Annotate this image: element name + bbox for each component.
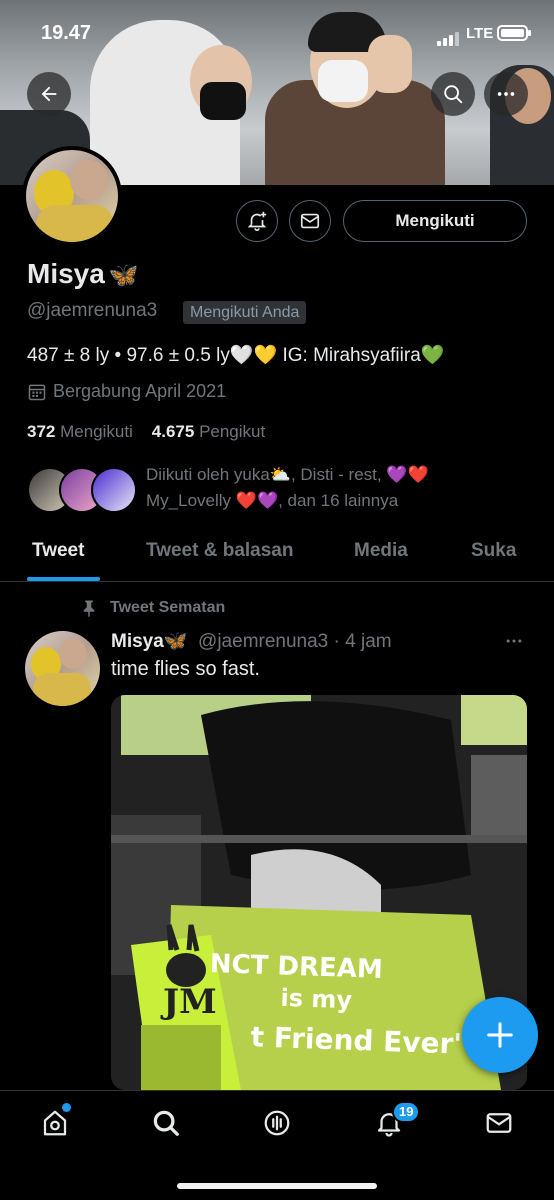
spaces-icon: [264, 1110, 290, 1136]
tweet-time: · 4 jam: [333, 631, 392, 652]
tweet-author-name[interactable]: Misya: [111, 631, 164, 652]
white-heart-emoji: 🤍: [229, 345, 254, 366]
notification-count-badge: 19: [392, 1101, 421, 1123]
calendar-icon: [28, 384, 46, 400]
more-button[interactable]: [484, 72, 528, 116]
home-icon: [43, 1110, 67, 1136]
compose-tweet-button[interactable]: [462, 997, 538, 1073]
search-button[interactable]: [431, 72, 475, 116]
tab-tweet[interactable]: Tweet: [32, 540, 84, 562]
plus-icon: [487, 1022, 513, 1048]
nav-spaces[interactable]: [261, 1107, 293, 1139]
follower-avatar: [91, 467, 137, 513]
yellow-heart-emoji: 💛: [253, 345, 278, 366]
active-tab-indicator: [27, 577, 100, 581]
home-indicator[interactable]: [177, 1183, 377, 1189]
tab-tweets-replies[interactable]: Tweet & balasan: [146, 540, 293, 562]
followed-by-name: My_Lovelly: [146, 491, 236, 510]
profile-bio: 487 ± 8 ly • 97.6 ± 0.5 ly🤍💛 IG: Mirahsy…: [27, 343, 444, 367]
tab-likes[interactable]: Suka: [471, 540, 516, 562]
followed-by-text[interactable]: Diikuti oleh yuka⛅, Disti - rest, 💜❤️ My…: [146, 462, 536, 514]
followers-count: 4.675: [151, 422, 195, 441]
followers-label: Pengikut: [199, 422, 266, 441]
message-button[interactable]: [289, 200, 331, 242]
status-time: 19.47: [41, 22, 92, 44]
following-button[interactable]: Mengikuti: [343, 200, 527, 242]
arrow-left-icon: [41, 86, 57, 102]
pin-icon: [83, 600, 95, 617]
red-heart-emoji: ❤️: [407, 465, 429, 484]
joined-text: Bergabung April 2021: [53, 381, 227, 401]
follows-you-badge: Mengikuti Anda: [183, 301, 307, 324]
svg-text:JM: JM: [160, 982, 217, 1022]
bio-ig: IG: Mirahsyafiira: [277, 345, 421, 366]
nav-messages[interactable]: [483, 1107, 515, 1139]
network-label: LTE: [466, 25, 494, 42]
pinned-label-text: Tweet Sematan: [110, 599, 226, 616]
following-label: Mengikuti: [60, 422, 133, 441]
following-count: 372: [27, 422, 56, 441]
signal-icon: [437, 28, 461, 46]
purple-heart-emoji: 💜: [386, 465, 408, 484]
butterfly-emoji: 🦋: [108, 262, 139, 289]
followed-by-avatars[interactable]: [27, 467, 137, 515]
envelope-icon: [486, 1113, 512, 1133]
profile-name: Misya 🦋: [27, 258, 139, 290]
image-text-line1: NCT DREAM: [209, 949, 383, 985]
bio-text: 487 ± 8 ly • 97.6 ± 0.5 ly: [27, 345, 230, 366]
green-heart-emoji: 💚: [420, 345, 445, 366]
tweet-header: Misya🦋 @jaemrenuna3 · 4 jam: [111, 629, 392, 653]
bell-plus-icon: [247, 211, 267, 231]
tweet-more-button[interactable]: [504, 631, 524, 656]
status-bar: 19.47 LTE: [0, 0, 554, 64]
profile-avatar[interactable]: [22, 146, 122, 246]
butterfly-emoji: 🦋: [163, 631, 188, 652]
followed-by-suffix: , dan 16 lainnya: [278, 491, 399, 510]
back-button[interactable]: [27, 72, 71, 116]
tab-media[interactable]: Media: [354, 540, 408, 562]
notification-subscribe-button[interactable]: [236, 200, 278, 242]
profile-handle: @jaemrenuna3: [27, 300, 158, 321]
search-icon: [444, 85, 463, 104]
more-horizontal-icon: [497, 92, 515, 96]
following-link[interactable]: 372 Mengikuti: [27, 422, 133, 441]
more-horizontal-icon: [506, 639, 522, 643]
home-new-dot: [62, 1103, 71, 1112]
joined-date: Bergabung April 2021: [27, 381, 226, 402]
tweet-text: time flies so fast.: [111, 658, 260, 680]
profile-name-text: Misya: [27, 258, 105, 289]
battery-icon: [497, 25, 531, 41]
followed-by-mid: , Disti - rest,: [290, 465, 387, 484]
tweet-author-handle[interactable]: @jaemrenuna3: [198, 631, 328, 652]
follow-counts: 372 Mengikuti 4.675 Pengikut: [27, 422, 265, 442]
envelope-icon: [300, 213, 320, 229]
followed-by-prefix: Diikuti oleh yuka: [146, 465, 270, 484]
image-text-line2: is my: [280, 984, 353, 1014]
tweet-author-avatar[interactable]: [25, 631, 100, 706]
profile-tabs: Tweet Tweet & balasan Media Suka: [0, 530, 554, 582]
search-icon: [153, 1110, 179, 1136]
red-heart-emoji: ❤️: [235, 491, 257, 510]
sun-cloud-emoji: ⛅: [269, 465, 291, 484]
pinned-label: Tweet Sematan: [80, 598, 225, 618]
nav-search[interactable]: [150, 1107, 182, 1139]
followers-link[interactable]: 4.675 Pengikut: [152, 422, 265, 441]
purple-heart-emoji: 💜: [256, 491, 279, 510]
